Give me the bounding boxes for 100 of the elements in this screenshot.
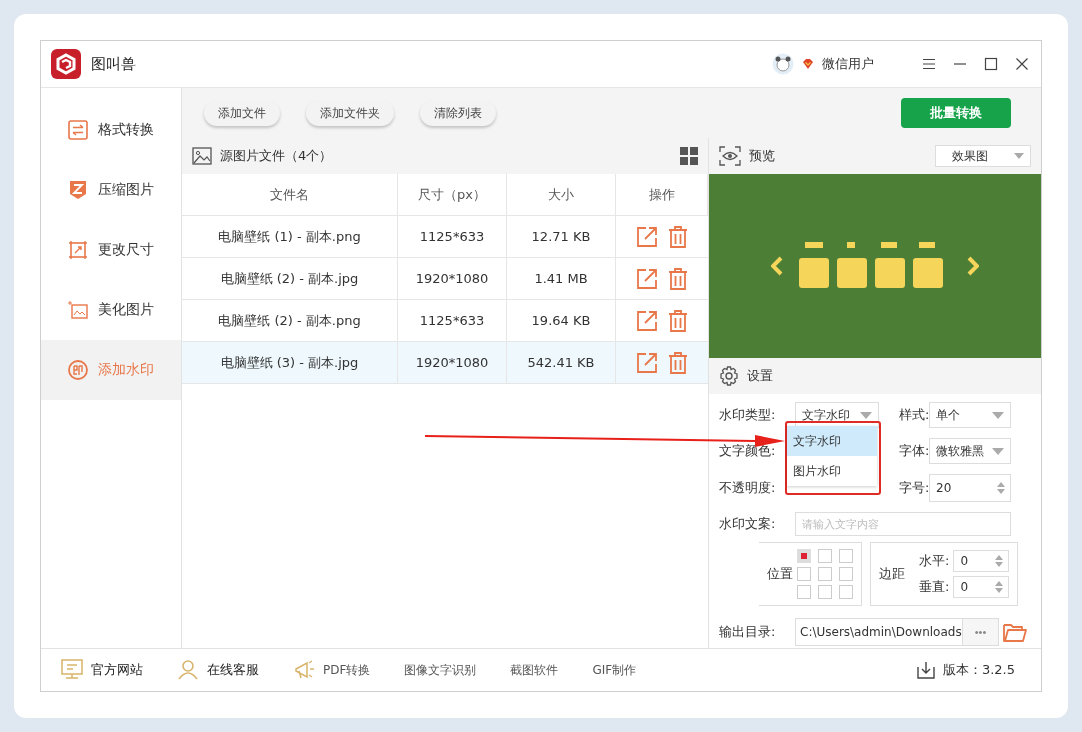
field-label: 水平: [919, 552, 950, 570]
position-option[interactable] [839, 567, 853, 581]
close-icon[interactable] [1015, 57, 1029, 71]
export-icon[interactable] [636, 309, 658, 332]
chevron-right-icon [967, 256, 979, 276]
field-label: 文字颜色: [719, 442, 777, 460]
user-name[interactable]: 微信用户 [822, 55, 874, 73]
caret-icon [992, 411, 1004, 419]
position-option[interactable] [818, 585, 832, 599]
caret-icon [992, 447, 1004, 455]
preview-mode-select[interactable]: 效果图 [935, 145, 1031, 167]
sidebar-item[interactable]: 更改尺寸 [41, 220, 181, 280]
field-label: 字号: [898, 479, 929, 497]
eye-icon [719, 146, 741, 166]
field-label: 边距 [879, 565, 905, 583]
caret-icon [860, 411, 872, 419]
dropdown-option[interactable]: 图片水印 [787, 456, 877, 486]
table-cell: 电脑壁纸 (2) - 副本.png [218, 311, 361, 330]
table-cell: 1125*633 [419, 313, 485, 328]
table-cell: 电脑壁纸 (2) - 副本.jpg [220, 269, 359, 288]
panel-title: 设置 [747, 367, 773, 385]
horizontal-margin-field[interactable]: 0 [953, 550, 1010, 572]
table-row[interactable]: 电脑壁纸 (1) - 副本.png 1125*633 12.71 KB [182, 216, 708, 258]
watermark-text-field[interactable]: 请输入文字内容 [795, 512, 1011, 536]
resize-icon [68, 240, 88, 260]
position-option[interactable] [839, 585, 853, 599]
position-option[interactable] [818, 567, 832, 581]
field-label: 垂直: [919, 578, 950, 596]
maximize-icon[interactable] [984, 57, 998, 71]
compress-icon [68, 180, 88, 200]
toolbar-button[interactable]: 清除列表 [420, 100, 496, 126]
footer-link[interactable]: 官方网站 [91, 661, 143, 679]
chevron-left-icon [771, 256, 783, 276]
position-option[interactable] [839, 549, 853, 563]
table-cell: 电脑壁纸 (1) - 副本.png [218, 227, 361, 246]
table-cell: 电脑壁纸 (3) - 副本.jpg [220, 353, 359, 372]
app-title: 图叫兽 [91, 54, 136, 74]
column-header: 尺寸（px） [398, 174, 507, 215]
table-row[interactable]: 电脑壁纸 (2) - 副本.jpg 1920*1080 1.41 MB [182, 258, 708, 300]
trash-icon[interactable] [668, 225, 688, 248]
footer-link[interactable]: GIF制作 [592, 661, 637, 679]
export-icon[interactable] [636, 267, 658, 290]
table-cell: 12.71 KB [531, 229, 591, 244]
trash-icon[interactable] [668, 309, 688, 332]
spinner-arrows-icon [994, 554, 1005, 568]
avatar-icon [772, 53, 794, 75]
trash-icon[interactable] [668, 351, 688, 374]
field-label: 输出目录: [719, 623, 777, 641]
footer-link[interactable]: 在线客服 [207, 661, 259, 679]
sidebar-item[interactable]: 压缩图片 [41, 160, 181, 220]
field-label: 字体: [898, 442, 929, 460]
gem-icon [802, 58, 814, 70]
export-icon[interactable] [636, 351, 658, 374]
grid-view-icon[interactable] [680, 147, 698, 165]
table-cell: 1920*1080 [415, 271, 489, 286]
table-cell: 1.41 MB [534, 271, 588, 286]
spinner-arrows-icon [996, 481, 1006, 495]
font-size-field[interactable]: 20 [929, 474, 1011, 502]
panel-title: 预览 [749, 147, 775, 165]
field-label: 样式: [898, 406, 929, 424]
download-icon [916, 661, 935, 679]
footer-link[interactable]: 图像文字识别 [404, 661, 477, 679]
sidebar-item[interactable]: 格式转换 [41, 100, 181, 160]
vertical-margin-field[interactable]: 0 [953, 576, 1010, 598]
position-option[interactable] [818, 549, 832, 563]
image-icon [192, 147, 212, 165]
style-select[interactable]: 单个 [929, 402, 1011, 428]
table-cell: 1920*1080 [415, 355, 489, 370]
toolbar-button[interactable]: 添加文件夹 [306, 100, 394, 126]
seal-icon [68, 360, 88, 380]
column-header: 操作 [616, 174, 708, 215]
column-header: 文件名 [182, 174, 398, 215]
column-header: 大小 [507, 174, 616, 215]
monitor-icon [61, 659, 83, 681]
settings-icon [719, 366, 739, 386]
table-cell: 542.41 KB [527, 355, 595, 370]
export-icon[interactable] [636, 225, 658, 248]
position-option[interactable] [797, 567, 811, 581]
footer-link[interactable]: PDF转换 [323, 661, 371, 679]
field-label: 水印类型: [719, 406, 777, 424]
footer-link[interactable]: 截图软件 [510, 661, 559, 679]
panel-title: 源图片文件（4个） [220, 147, 333, 165]
output-path-field[interactable]: C:\Users\admin\Downloads [795, 618, 963, 646]
menu-icon[interactable] [922, 57, 936, 71]
spinner-arrows-icon [994, 580, 1005, 594]
toolbar-button[interactable]: 添加文件 [204, 100, 280, 126]
app-logo-icon [51, 49, 81, 79]
position-option[interactable] [797, 585, 811, 599]
sidebar-item[interactable]: 美化图片 [41, 280, 181, 340]
trash-icon[interactable] [668, 267, 688, 290]
version-label: 版本：3.2.5 [942, 661, 1015, 679]
caret-icon [1014, 153, 1024, 159]
dropdown-option[interactable]: 文字水印 [787, 426, 877, 456]
folder-icon[interactable] [1003, 622, 1027, 642]
table-row[interactable]: 电脑壁纸 (3) - 副本.jpg 1920*1080 542.41 KB [182, 342, 708, 384]
field-label: 不透明度: [719, 479, 777, 497]
position-option[interactable] [797, 549, 811, 563]
font-select[interactable]: 微软雅黑 [929, 438, 1011, 464]
person-icon [177, 659, 199, 681]
table-cell: 19.64 KB [531, 313, 591, 328]
